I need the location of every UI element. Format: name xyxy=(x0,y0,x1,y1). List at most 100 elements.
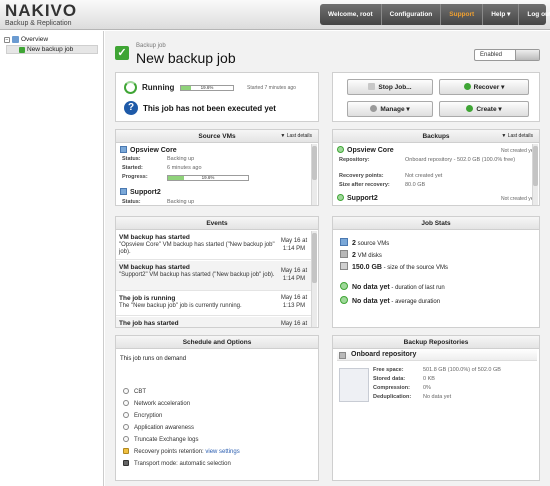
vm-progress-label: Progress: xyxy=(122,174,148,180)
collapse-icon[interactable]: − xyxy=(4,36,10,43)
recovery-points-value: Not created yet xyxy=(405,173,443,179)
nav-configuration[interactable]: Configuration xyxy=(380,4,441,25)
check-icon: ✓ xyxy=(115,46,129,60)
vm-status-label: Status: xyxy=(122,156,141,162)
duration-icon xyxy=(340,296,348,304)
scrollbar[interactable] xyxy=(532,144,538,205)
progress-label: 19.6% xyxy=(201,175,215,180)
toggle-knob[interactable] xyxy=(515,50,539,60)
event-row: VM backup has started "Opsview Core" VM … xyxy=(116,231,312,260)
stat-label: - duration of last run xyxy=(389,285,445,291)
progress-label: 19.6% xyxy=(200,85,214,90)
vm-started-label: Started: xyxy=(122,165,143,171)
backup-name: Opsview Core xyxy=(347,147,394,154)
scrollbar[interactable] xyxy=(311,231,317,327)
repo-header[interactable]: Onboard repository xyxy=(337,349,537,361)
last-details-toggle[interactable]: ▼ Last details xyxy=(280,130,312,143)
last-details-toggle[interactable]: ▼ Last details xyxy=(501,130,533,143)
backup-item[interactable]: Support2 xyxy=(337,194,378,202)
schedule-text: This job runs on demand xyxy=(120,356,187,362)
top-nav: Welcome, root Configuration Support Help… xyxy=(320,4,550,25)
panel-header: Backups ▼ Last details xyxy=(333,130,539,143)
sidebar-item-new-backup-job[interactable]: New backup job xyxy=(6,45,98,54)
job-status-panel: Running 19.6% Started 7 minutes ago ? Th… xyxy=(115,72,319,122)
nav-support[interactable]: Support xyxy=(440,4,482,25)
scrollbar-thumb[interactable] xyxy=(312,233,317,283)
vm-item[interactable]: Support2 xyxy=(120,188,161,196)
retention-icon xyxy=(123,448,129,454)
sidebar-item-overview[interactable]: − Overview xyxy=(4,36,48,43)
stop-icon xyxy=(368,83,376,90)
toggle-label: Enabled xyxy=(480,52,503,58)
view-settings-link[interactable]: view settings xyxy=(205,449,239,455)
button-label: Create ▾ xyxy=(476,106,502,113)
scrollbar-thumb[interactable] xyxy=(312,146,317,180)
plus-icon xyxy=(466,105,474,112)
event-date: May 16 at 1:13 PM xyxy=(280,295,308,309)
option-cbt: CBT xyxy=(123,388,146,395)
option-label: CBT xyxy=(134,389,146,395)
scrollbar-thumb[interactable] xyxy=(533,146,538,186)
option-off-icon xyxy=(123,400,129,406)
enabled-toggle[interactable]: Enabled xyxy=(474,49,540,61)
create-button[interactable]: Create ▾ xyxy=(439,101,529,117)
event-description: "Opsview Core" VM backup has started ("N… xyxy=(119,242,275,255)
vm-progress-bar: 19.6% xyxy=(167,175,249,181)
sidebar-item-label: New backup job xyxy=(27,46,74,53)
events-panel: Events VM backup has started "Opsview Co… xyxy=(115,216,319,328)
event-row: The job has started May 16 at xyxy=(116,317,312,327)
gear-icon xyxy=(370,105,378,112)
option-label: Network acceleration xyxy=(134,401,191,407)
nav-help[interactable]: Help ▾ xyxy=(482,4,518,25)
backup-item[interactable]: Opsview Core xyxy=(337,146,394,154)
event-date: May 16 at xyxy=(280,321,308,327)
recover-icon xyxy=(463,83,471,90)
repository-name: Onboard repository xyxy=(351,351,417,358)
job-icon xyxy=(19,46,25,53)
page-title: New backup job xyxy=(136,50,236,66)
panel-header: Source VMs ▼ Last details xyxy=(116,130,318,143)
stat-label: - average duration xyxy=(389,299,441,305)
stat-row: 150.0 GB - size of the source VMs xyxy=(340,262,448,271)
deduplication-value: No data yet xyxy=(423,394,452,400)
event-description: "Support2" VM backup has started ("New b… xyxy=(119,272,275,278)
top-bar: NAKIVO Backup & Replication Welcome, roo… xyxy=(0,0,550,30)
nav-logout[interactable]: Log out xyxy=(518,4,550,25)
repository-icon xyxy=(339,352,346,359)
transport-row: Transport mode: automatic selection xyxy=(123,460,231,467)
stat-row: No data yet - duration of last run xyxy=(340,282,445,291)
manage-button[interactable]: Manage ▾ xyxy=(347,101,433,117)
panel-title: Source VMs xyxy=(198,133,236,140)
event-row: VM backup has started "Support2" VM back… xyxy=(116,261,312,291)
panel-header: Backup Repositories xyxy=(333,336,539,349)
vm-status-value: Backing up xyxy=(167,156,195,162)
event-row: The job is running The "New backup job" … xyxy=(116,292,312,316)
stat-value: 150.0 GB xyxy=(352,264,382,271)
deduplication-label: Deduplication: xyxy=(373,394,412,400)
stat-row: No data yet - average duration xyxy=(340,296,440,305)
stop-job-button[interactable]: Stop Job... xyxy=(347,79,433,95)
backup-name: Support2 xyxy=(347,195,378,202)
button-label: Stop Job... xyxy=(378,84,412,91)
panel-title: Events xyxy=(206,220,228,227)
panel-title: Schedule and Options xyxy=(182,339,252,346)
stored-data-label: Stored data: xyxy=(373,376,406,382)
vm-status-label: Status: xyxy=(122,199,141,205)
job-stats-panel: Job Stats 2 source VMs 2 VM disks 150.0 … xyxy=(332,216,540,328)
compression-value: 0% xyxy=(423,385,431,391)
size-after-recovery-label: Size after recovery: xyxy=(339,182,390,188)
retention-row: Recovery points retention: view settings xyxy=(123,448,240,455)
recovery-points-label: Recovery points: xyxy=(339,173,384,179)
scrollbar[interactable] xyxy=(311,144,317,205)
option-label: Application awareness xyxy=(134,425,195,431)
option-network-acceleration: Network acceleration xyxy=(123,400,190,407)
option-label: Encryption xyxy=(134,413,163,419)
info-icon: ? xyxy=(124,101,138,115)
overview-icon xyxy=(12,36,19,43)
vm-item[interactable]: Opsview Core xyxy=(120,146,177,154)
panel-header: Job Stats xyxy=(333,217,539,230)
vm-name: Opsview Core xyxy=(130,147,177,154)
event-title: The job is running xyxy=(119,295,176,302)
recover-button[interactable]: Recover ▾ xyxy=(439,79,529,95)
brand-subtitle: Backup & Replication xyxy=(5,20,72,27)
